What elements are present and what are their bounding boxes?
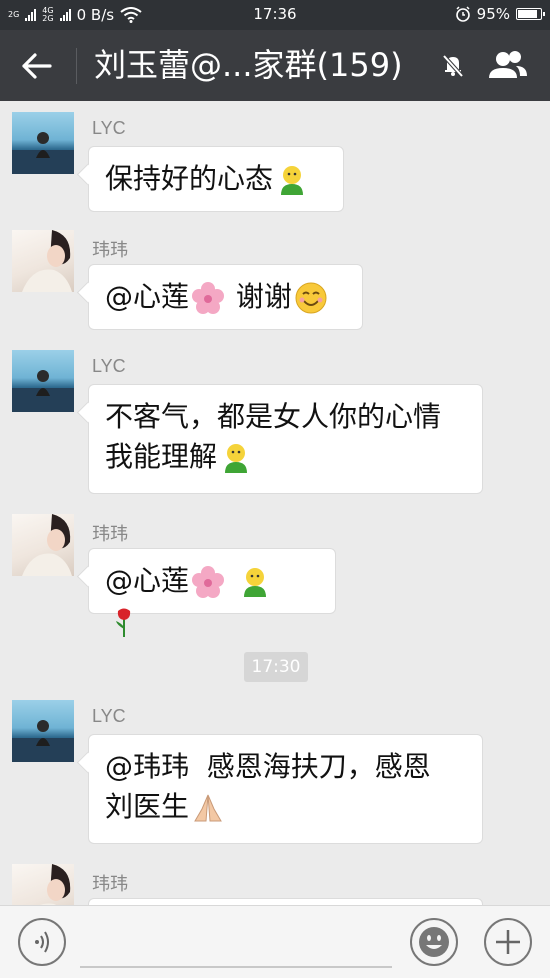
chat-header: 刘玉蕾@...家群(159) bbox=[0, 30, 550, 101]
avatar[interactable] bbox=[12, 700, 74, 762]
message-input[interactable] bbox=[80, 920, 392, 968]
mute-indicator bbox=[438, 50, 468, 80]
status-bar: 2G 4G 2G 0 B/s 17:36 95% bbox=[0, 0, 550, 30]
message-bubble[interactable]: @心莲 谢谢 bbox=[88, 264, 363, 330]
message-bubble[interactable]: @心莲 bbox=[88, 548, 336, 637]
rose-emoji-icon bbox=[116, 608, 131, 637]
message-bubble[interactable]: 保持好的心态 bbox=[88, 146, 344, 212]
group-members-icon bbox=[489, 51, 527, 78]
person-emoji-icon bbox=[281, 166, 304, 195]
sender-name: 玮玮 bbox=[92, 874, 128, 894]
header-divider bbox=[76, 48, 77, 84]
sender-name: LYC bbox=[92, 356, 126, 376]
group-members-button[interactable] bbox=[486, 48, 530, 82]
avatar-image bbox=[12, 370, 74, 412]
emoji-icon bbox=[419, 927, 449, 957]
sender-name: LYC bbox=[92, 118, 126, 138]
message-bubble[interactable]: 不客气，都是女人你的心情 我能理解 bbox=[88, 384, 483, 494]
pray-emoji-icon bbox=[194, 794, 222, 822]
person-emoji-icon bbox=[243, 568, 266, 597]
avatar[interactable] bbox=[12, 230, 74, 292]
flower-emoji-icon bbox=[192, 566, 225, 598]
person-emoji-icon bbox=[225, 444, 248, 473]
more-options-button[interactable] bbox=[484, 918, 532, 966]
sender-name: 玮玮 bbox=[92, 240, 128, 260]
avatar[interactable] bbox=[12, 514, 74, 576]
input-bar bbox=[0, 905, 550, 978]
avatar-image bbox=[12, 720, 74, 762]
battery-percent: 95% bbox=[476, 5, 510, 23]
avatar[interactable] bbox=[12, 112, 74, 174]
battery-icon bbox=[516, 8, 545, 20]
voice-button[interactable] bbox=[18, 918, 66, 966]
avatar-image bbox=[22, 514, 72, 576]
sender-name: LYC bbox=[92, 706, 126, 726]
timestamp: 17:30 bbox=[244, 652, 308, 682]
back-arrow-icon bbox=[22, 53, 52, 79]
flower-emoji-icon bbox=[192, 282, 225, 314]
emoji-button[interactable] bbox=[410, 918, 458, 966]
sender-name: 玮玮 bbox=[92, 524, 128, 544]
avatar[interactable] bbox=[12, 350, 74, 412]
avatar-image bbox=[12, 132, 74, 174]
back-button[interactable] bbox=[18, 48, 58, 84]
chat-title: 刘玉蕾@...家群(159) bbox=[94, 46, 403, 84]
avatar-image bbox=[22, 230, 72, 292]
smile-emoji-icon bbox=[295, 282, 327, 314]
voice-icon bbox=[35, 931, 49, 953]
plus-icon bbox=[496, 930, 520, 954]
mute-bell-icon bbox=[442, 54, 464, 78]
alarm-icon bbox=[455, 6, 470, 22]
message-bubble[interactable]: @玮玮 感恩海扶刀，感恩 刘医生 bbox=[88, 734, 483, 844]
